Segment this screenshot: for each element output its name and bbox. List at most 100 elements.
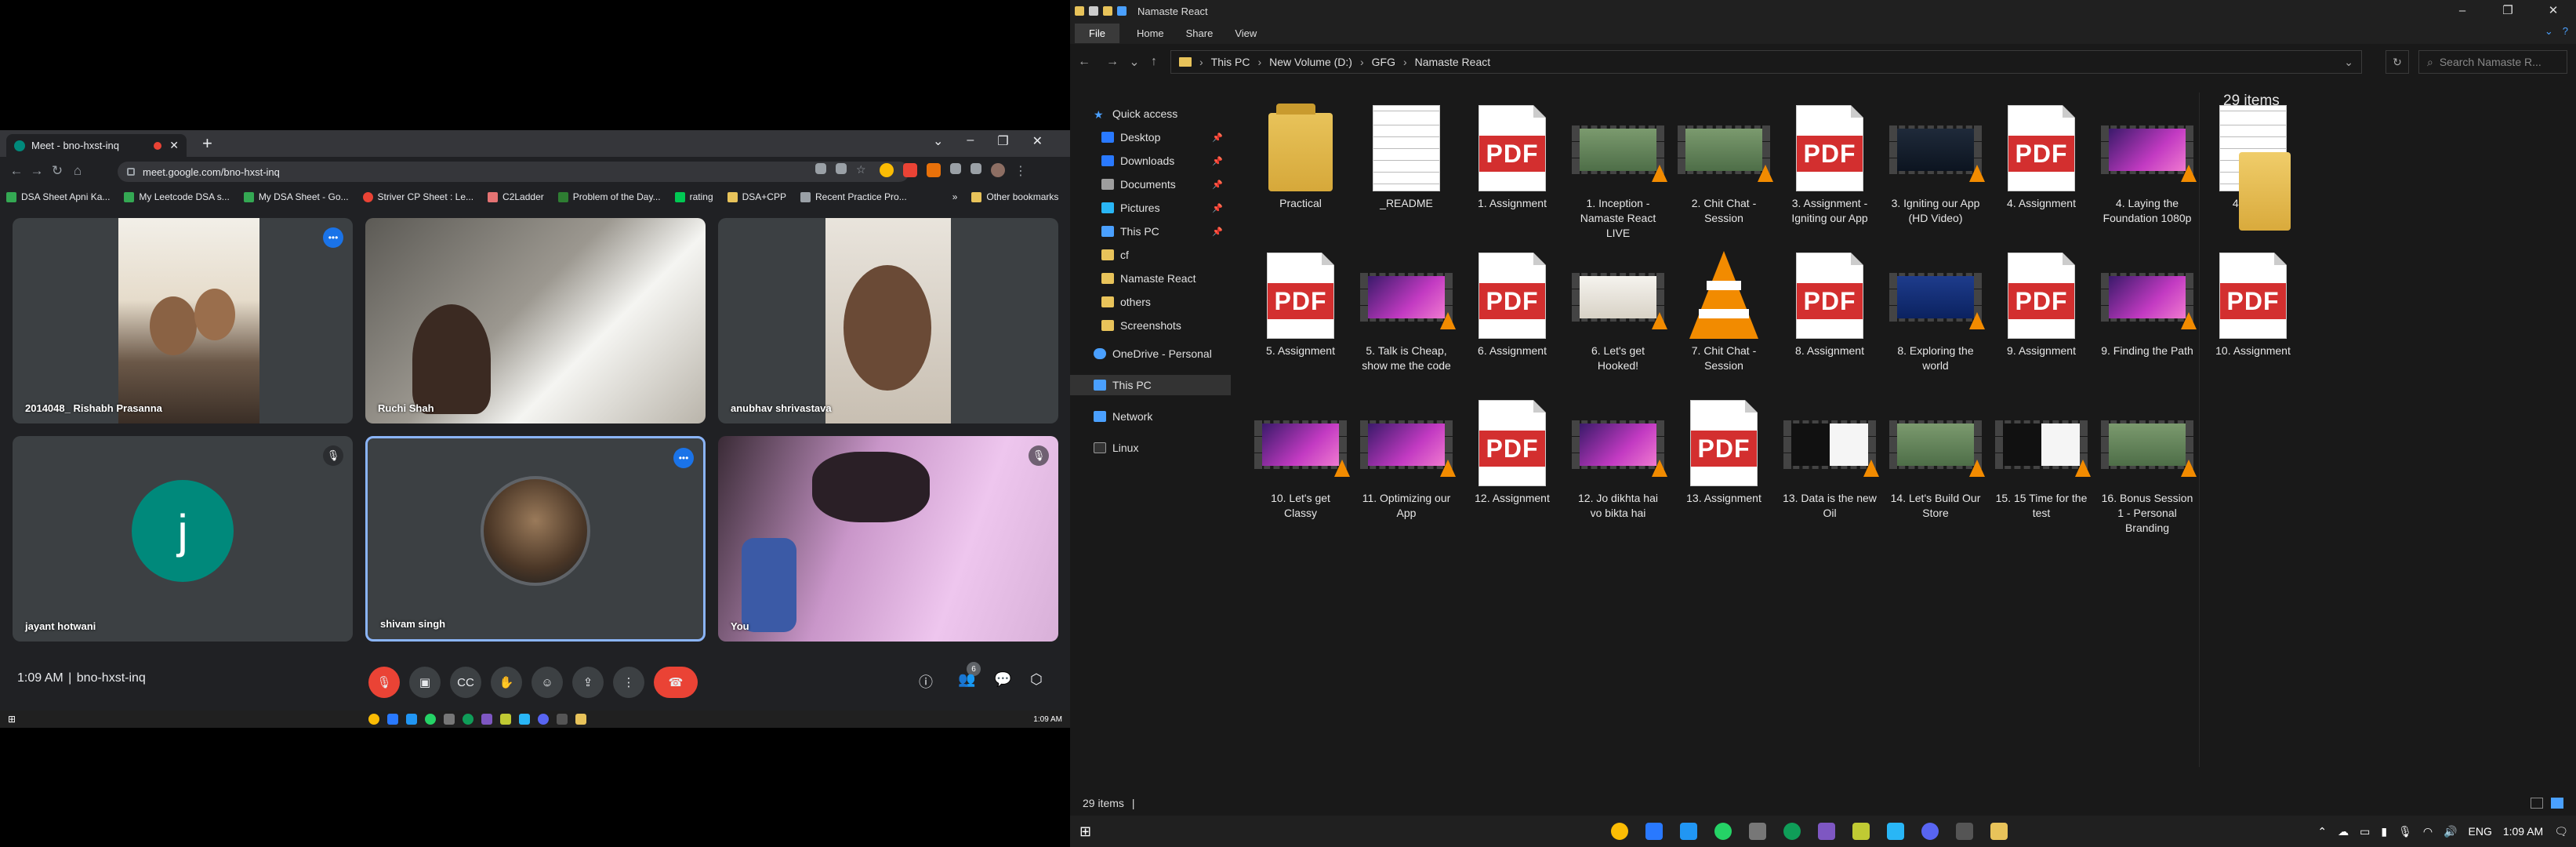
participant-tile[interactable]: anubhav shrivastava: [718, 218, 1058, 424]
address-bar[interactable]: meet.google.com/bno-hxst-inq: [118, 162, 909, 182]
other-bookmarks[interactable]: Other bookmarks: [971, 191, 1058, 202]
extension-yellow-icon[interactable]: [880, 163, 894, 177]
back-icon[interactable]: ←: [6, 163, 27, 179]
help-icon[interactable]: ?: [2563, 25, 2568, 38]
usb-icon[interactable]: ▭: [2360, 825, 2370, 838]
sidepanel-icon[interactable]: [971, 163, 981, 174]
properties-icon[interactable]: [1089, 6, 1098, 16]
bookmark-item[interactable]: C2Ladder: [488, 191, 544, 202]
app-icon[interactable]: [557, 714, 568, 725]
people-icon[interactable]: 👥: [958, 671, 975, 688]
close-window-button[interactable]: ✕: [1032, 133, 1043, 149]
share-icon[interactable]: [836, 163, 847, 174]
nav-this-pc-pinned[interactable]: This PC 📌: [1070, 221, 1231, 242]
whatsapp-icon[interactable]: [425, 714, 436, 725]
bookmark-item[interactable]: DSA+CPP: [727, 191, 786, 202]
reactions-button[interactable]: ☺: [532, 667, 563, 698]
app-icon[interactable]: [1852, 823, 1870, 840]
battery-icon[interactable]: ▮: [2381, 825, 2387, 838]
more-bookmarks-icon[interactable]: »: [952, 191, 958, 202]
maximize-button[interactable]: ❐: [2485, 0, 2531, 22]
breadcrumb-item[interactable]: This PC: [1211, 56, 1250, 68]
app-icon[interactable]: [1645, 823, 1663, 840]
chat-icon[interactable]: 💬: [994, 671, 1011, 688]
captions-button[interactable]: CC: [450, 667, 481, 698]
minimize-button[interactable]: –: [967, 133, 974, 149]
nav-onedrive[interactable]: OneDrive - Personal: [1070, 344, 1231, 364]
file-item[interactable]: PDF 1. Assignment: [1462, 99, 1562, 211]
app-icon[interactable]: [444, 714, 455, 725]
chrome-icon[interactable]: [1611, 823, 1628, 840]
chrome-icon[interactable]: [368, 714, 379, 725]
edge-icon[interactable]: [1783, 823, 1801, 840]
discord-icon[interactable]: [1921, 823, 1939, 840]
file-item[interactable]: 7. Chit Chat - Session: [1674, 246, 1774, 373]
close-window-button[interactable]: ✕: [2531, 0, 2576, 22]
cloud-icon[interactable]: ☁: [2338, 825, 2349, 838]
tab-file[interactable]: File: [1075, 23, 1119, 43]
nav-network[interactable]: Network: [1070, 406, 1231, 427]
bookmark-item[interactable]: DSA Sheet Apni Ka...: [6, 191, 110, 202]
file-item[interactable]: Practical: [1250, 99, 1351, 211]
camera-icon[interactable]: [815, 163, 826, 174]
discord-icon[interactable]: [538, 714, 549, 725]
nav-desktop[interactable]: Desktop 📌: [1070, 127, 1231, 147]
forward-icon[interactable]: →: [1098, 55, 1127, 69]
nav-namaste-react[interactable]: Namaste React: [1070, 268, 1231, 289]
windows-start-icon[interactable]: ⊞: [8, 714, 22, 725]
leave-call-button[interactable]: ☎: [654, 667, 698, 698]
nav-others[interactable]: others: [1070, 292, 1231, 312]
extension-red-icon[interactable]: [903, 163, 917, 177]
tab-meet[interactable]: Meet - bno-hxst-inq ✕: [6, 134, 187, 157]
home-icon[interactable]: ⌂: [67, 163, 88, 179]
bookmark-item[interactable]: Recent Practice Pro...: [800, 191, 907, 202]
file-explorer-icon[interactable]: [575, 714, 586, 725]
nav-pictures[interactable]: Pictures 📌: [1070, 198, 1231, 218]
more-options-button[interactable]: ⋮: [613, 667, 644, 698]
vscode-icon[interactable]: [1680, 823, 1697, 840]
windows-start-icon[interactable]: ⊞: [1079, 823, 1091, 840]
tab-search-icon[interactable]: ⌄: [933, 133, 943, 149]
file-item[interactable]: PDF 8. Assignment: [1780, 246, 1880, 358]
file-item[interactable]: 12. Jo dikhta hai vo bikta hai: [1568, 394, 1668, 521]
bookmark-item[interactable]: My Leetcode DSA s...: [124, 191, 230, 202]
back-icon[interactable]: ←: [1070, 55, 1098, 69]
volume-icon[interactable]: 🔊: [2444, 825, 2457, 838]
file-item[interactable]: 6. Let's get Hooked!: [1568, 246, 1668, 373]
participant-tile-self[interactable]: 🎙 You: [718, 436, 1058, 642]
folder-icon[interactable]: [1075, 6, 1084, 16]
file-item[interactable]: 11. Optimizing our App: [1356, 394, 1457, 521]
app-icon[interactable]: [1749, 823, 1766, 840]
file-item[interactable]: 10. Let's get Classy: [1250, 394, 1351, 521]
file-item[interactable]: 13. Data is the new Oil: [1780, 394, 1880, 521]
breadcrumb-item[interactable]: New Volume (D:): [1269, 56, 1352, 68]
file-item[interactable]: PDF 5. Assignment: [1250, 246, 1351, 358]
nav-quick-access[interactable]: ★ Quick access: [1070, 104, 1231, 124]
expand-ribbon-icon[interactable]: ⌄: [2545, 25, 2553, 38]
camera-toggle-button[interactable]: ▣: [409, 667, 441, 698]
present-button[interactable]: ⇪: [572, 667, 604, 698]
app-icon[interactable]: [1956, 823, 1973, 840]
vscode-icon[interactable]: [406, 714, 417, 725]
nav-downloads[interactable]: Downloads 📌: [1070, 151, 1231, 171]
customize-icon[interactable]: [1117, 6, 1127, 16]
nav-this-pc[interactable]: This PC: [1070, 375, 1231, 395]
details-view-icon[interactable]: [2531, 798, 2543, 809]
bookmark-item[interactable]: My DSA Sheet - Go...: [243, 191, 349, 202]
file-explorer-icon[interactable]: [1990, 823, 2008, 840]
file-item[interactable]: 9. Finding the Path: [2097, 246, 2197, 358]
nav-documents[interactable]: Documents 📌: [1070, 174, 1231, 194]
file-item[interactable]: PDF 3. Assignment - Igniting our App: [1780, 99, 1880, 226]
mic-icon[interactable]: 🎙: [2398, 825, 2412, 838]
file-item[interactable]: 8. Exploring the world: [1885, 246, 1986, 373]
file-item[interactable]: 1. Inception - Namaste React LIVE: [1568, 99, 1668, 241]
search-box[interactable]: ⌕ Search Namaste R...: [2418, 50, 2567, 74]
chevron-down-icon[interactable]: ⌄: [2344, 56, 2353, 69]
file-item[interactable]: PDF 13. Assignment: [1674, 394, 1774, 506]
file-item[interactable]: _README: [1356, 99, 1457, 211]
bookmark-item[interactable]: Striver CP Sheet : Le...: [362, 191, 473, 202]
profile-avatar[interactable]: [991, 163, 1005, 177]
chevron-up-icon[interactable]: ⌃: [2317, 825, 2327, 838]
onenote-icon[interactable]: [481, 714, 492, 725]
new-tab-button[interactable]: +: [202, 133, 212, 154]
